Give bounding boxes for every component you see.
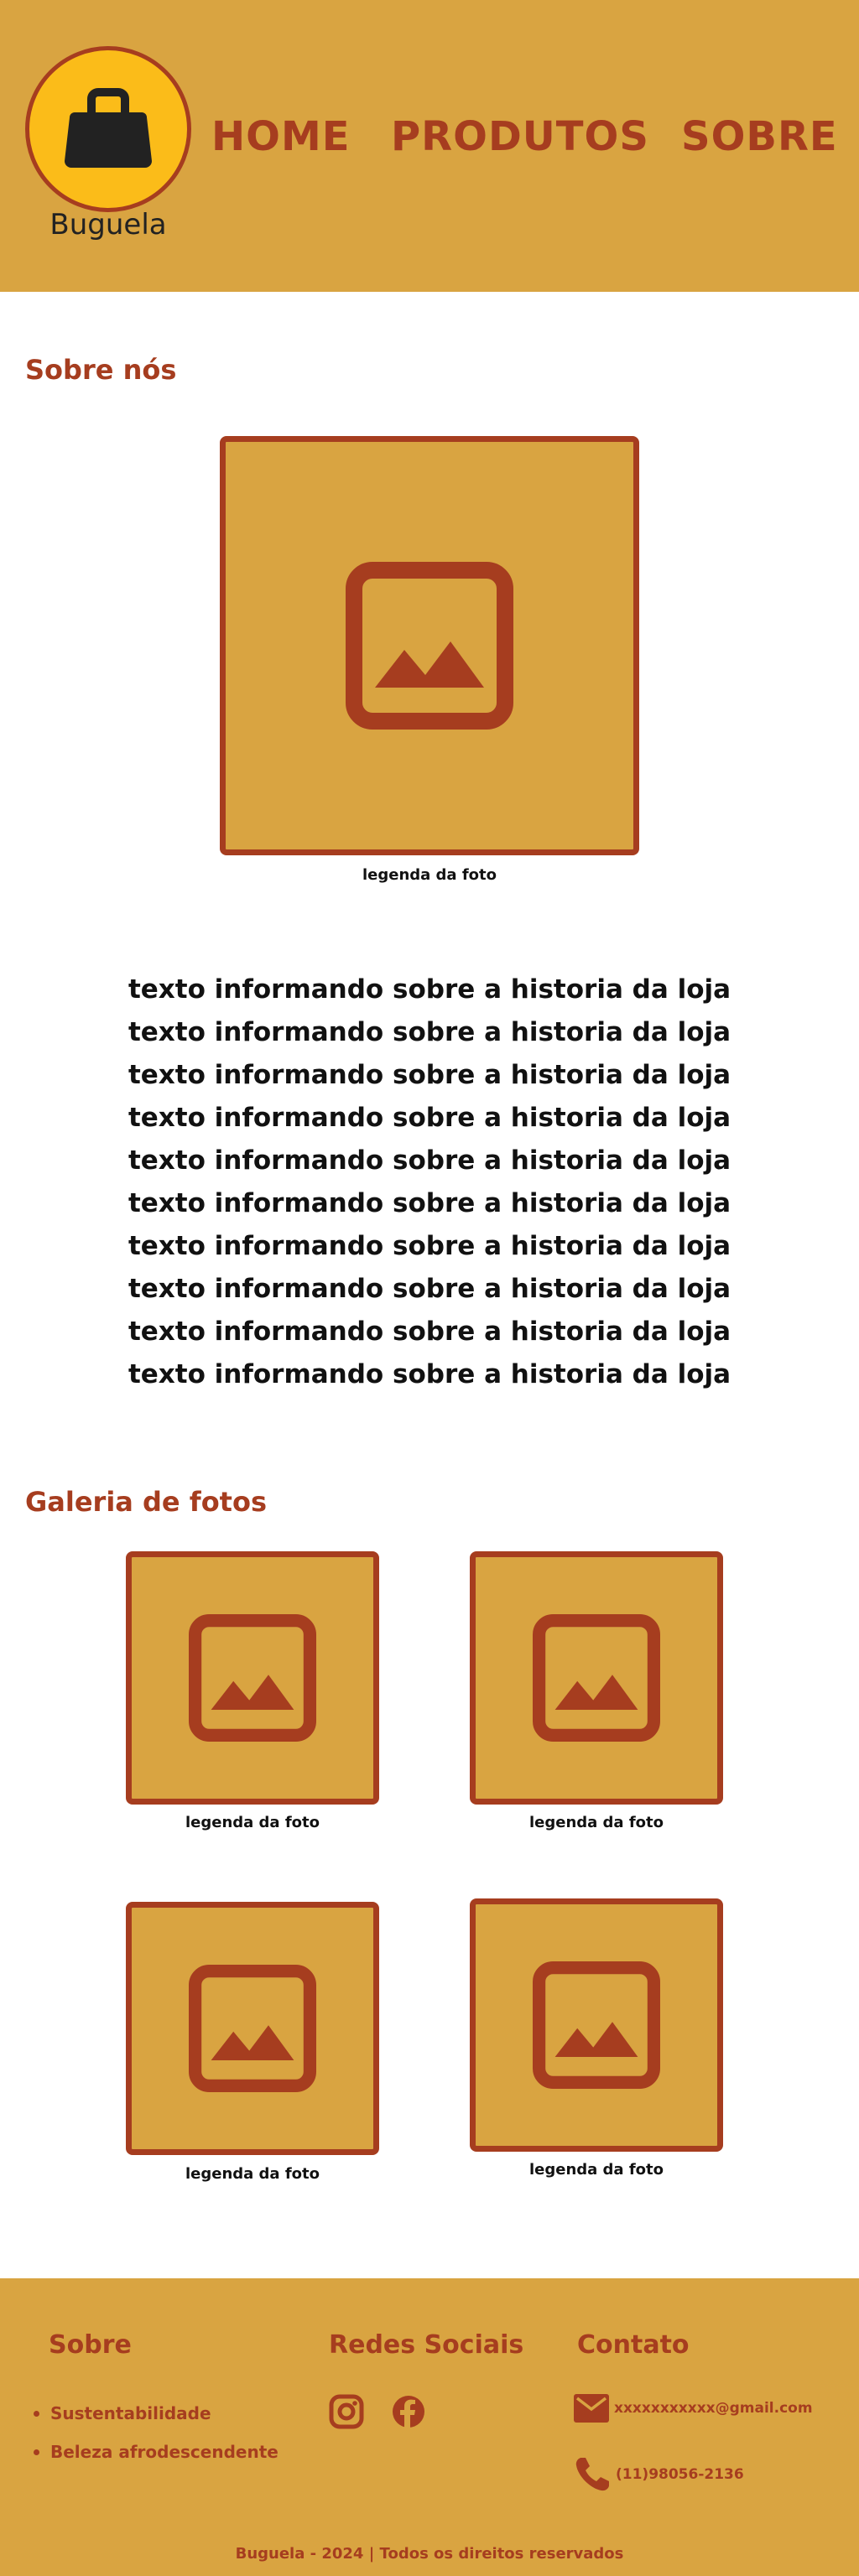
image-placeholder-icon <box>533 1614 660 1742</box>
story-line: texto informando sobre a historia da loj… <box>128 1317 731 1347</box>
contact-phone[interactable]: (11)98056-2136 <box>574 2456 744 2493</box>
story-text: texto informando sobre a historia da loj… <box>126 969 733 1396</box>
story-line: texto informando sobre a historia da loj… <box>128 1103 731 1133</box>
copyright-text: Buguela - 2024 | Todos os direitos reser… <box>235 2545 624 2563</box>
gallery-photo[interactable] <box>470 1551 723 1805</box>
story-line: texto informando sobre a historia da loj… <box>128 1060 731 1090</box>
story-line: texto informando sobre a historia da loj… <box>128 1188 731 1218</box>
about-photo-caption: legenda da foto <box>362 866 497 884</box>
contact-email[interactable]: xxxxxxxxxxx@gmail.com <box>574 2394 813 2423</box>
story-line: texto informando sobre a historia da loj… <box>128 1231 731 1261</box>
story-line: texto informando sobre a historia da loj… <box>128 1017 731 1047</box>
logo-text: Buguela <box>49 208 167 242</box>
gallery-caption: legenda da foto <box>185 2165 320 2183</box>
image-placeholder-icon <box>346 562 513 730</box>
gallery-caption: legenda da foto <box>185 1814 320 1831</box>
site-header: Buguela HOME PRODUTOS SOBRE <box>0 0 859 292</box>
footer-sobre-list: Sustentabilidade Beleza afrodescendente <box>32 2394 279 2471</box>
footer-sobre-title: Sobre <box>49 2330 132 2360</box>
gallery-photo[interactable] <box>126 1902 379 2155</box>
footer-link-sustentabilidade[interactable]: Sustentabilidade <box>32 2394 279 2433</box>
nav-home[interactable]: HOME <box>211 113 351 160</box>
phone-text: (11)98056-2136 <box>616 2466 744 2483</box>
phone-icon <box>575 2458 609 2491</box>
gallery-caption: legenda da foto <box>528 1814 664 1831</box>
footer-link-beleza[interactable]: Beleza afrodescendente <box>32 2433 279 2471</box>
logo[interactable] <box>25 46 191 212</box>
instagram-icon[interactable] <box>329 2394 364 2429</box>
nav-sobre[interactable]: SOBRE <box>681 113 838 160</box>
image-placeholder-icon <box>189 1614 316 1742</box>
image-placeholder-icon <box>533 1961 660 2089</box>
story-line: texto informando sobre a historia da loj… <box>128 1274 731 1304</box>
mail-icon <box>574 2394 609 2423</box>
gallery-caption: legenda da foto <box>528 2161 664 2179</box>
shopping-bag-icon <box>65 88 152 168</box>
image-placeholder-icon <box>189 1965 316 2092</box>
story-line: texto informando sobre a historia da loj… <box>128 1145 731 1176</box>
about-title: Sobre nós <box>25 354 177 386</box>
about-photo <box>220 436 639 855</box>
gallery-title: Galeria de fotos <box>25 1486 267 1518</box>
story-line: texto informando sobre a historia da loj… <box>128 974 731 1005</box>
footer-social-title: Redes Sociais <box>329 2330 524 2360</box>
footer-contact-title: Contato <box>577 2330 690 2360</box>
nav-produtos[interactable]: PRODUTOS <box>391 113 649 160</box>
email-text: xxxxxxxxxxx@gmail.com <box>614 2400 813 2417</box>
facebook-icon[interactable] <box>391 2394 426 2429</box>
story-line: texto informando sobre a historia da loj… <box>128 1359 731 1389</box>
site-footer: Sobre Sustentabilidade Beleza afrodescen… <box>0 2278 859 2576</box>
gallery-photo[interactable] <box>470 1898 723 2152</box>
gallery-photo[interactable] <box>126 1551 379 1805</box>
